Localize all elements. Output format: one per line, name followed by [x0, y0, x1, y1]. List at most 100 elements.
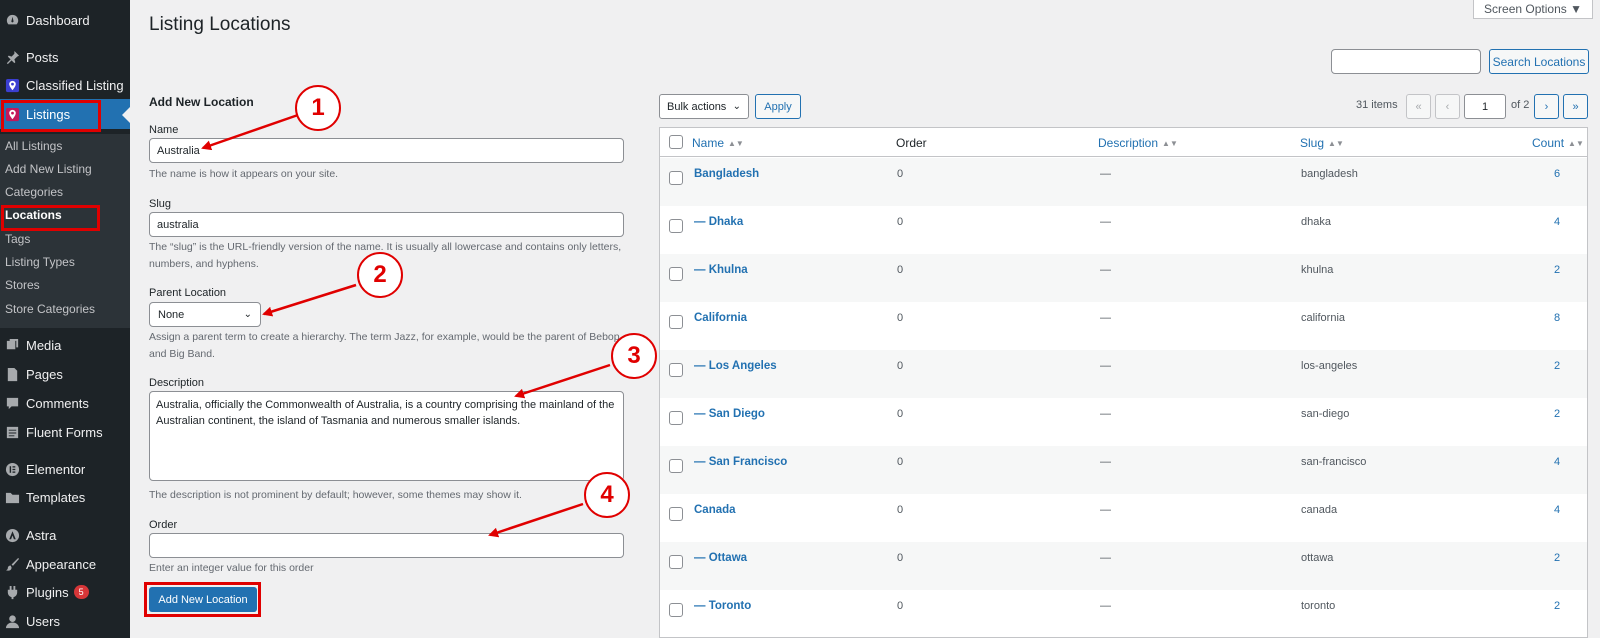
row-name-link[interactable]: — Toronto	[694, 600, 751, 612]
row-count-link[interactable]: 2	[1554, 408, 1560, 420]
row-name-link[interactable]: California	[694, 312, 747, 324]
current-page-input[interactable]: 1	[1464, 94, 1506, 119]
table-row: Canada 0 — canada 4	[660, 494, 1587, 542]
row-checkbox[interactable]	[669, 459, 683, 473]
row-count-link[interactable]: 2	[1554, 552, 1560, 564]
menu-item-plugins[interactable]: Plugins 5	[0, 577, 130, 607]
first-page-button[interactable]: «	[1406, 94, 1431, 119]
row-slug: bangladesh	[1301, 168, 1358, 180]
column-name[interactable]: Name ▲▼	[692, 136, 744, 150]
row-name-link[interactable]: — Ottawa	[694, 552, 747, 564]
row-checkbox[interactable]	[669, 267, 683, 281]
bulk-actions-select[interactable]: Bulk actions ⌄	[659, 94, 749, 119]
add-new-location-button[interactable]: Add New Location	[149, 587, 257, 612]
row-count-link[interactable]: 2	[1554, 360, 1560, 372]
slug-input[interactable]: australia	[149, 212, 624, 237]
row-count-link[interactable]: 2	[1554, 264, 1560, 276]
submenu-listing-types[interactable]: Listing Types	[5, 255, 75, 269]
menu-item-posts[interactable]: Posts	[0, 42, 130, 72]
order-label: Order	[149, 519, 178, 531]
row-order: 0	[897, 360, 904, 372]
row-order: 0	[897, 456, 904, 468]
order-input[interactable]	[149, 533, 624, 558]
submenu-tags[interactable]: Tags	[5, 232, 30, 246]
row-slug: canada	[1301, 504, 1338, 516]
column-description[interactable]: Description ▲▼	[1098, 136, 1178, 150]
row-checkbox[interactable]	[669, 171, 683, 185]
row-checkbox[interactable]	[669, 507, 683, 521]
search-locations-button[interactable]: Search Locations	[1489, 49, 1589, 74]
location-pin-icon	[4, 106, 20, 122]
row-count-link[interactable]: 6	[1554, 168, 1560, 180]
row-count-link[interactable]: 4	[1554, 216, 1560, 228]
menu-item-users[interactable]: Users	[0, 606, 130, 636]
row-count-link[interactable]: 4	[1554, 456, 1560, 468]
menu-item-fluent-forms[interactable]: Fluent Forms	[0, 417, 130, 447]
row-name-link[interactable]: — Dhaka	[694, 216, 743, 228]
menu-item-astra[interactable]: Astra	[0, 520, 130, 550]
row-checkbox[interactable]	[669, 363, 683, 377]
last-page-button[interactable]: »	[1563, 94, 1588, 119]
page-title: Listing Locations	[149, 14, 291, 35]
row-name-link[interactable]: Bangladesh	[694, 168, 759, 180]
menu-label: Templates	[26, 489, 86, 505]
menu-item-templates[interactable]: Templates	[0, 482, 130, 512]
row-name-link[interactable]: — Khulna	[694, 264, 748, 276]
row-description: —	[1100, 600, 1111, 612]
row-description: —	[1100, 168, 1111, 180]
row-slug: ottawa	[1301, 552, 1334, 564]
column-count[interactable]: Count ▲▼	[1532, 136, 1584, 150]
menu-item-pages[interactable]: Pages	[0, 359, 130, 389]
menu-item-dashboard[interactable]: Dashboard	[0, 5, 130, 35]
row-name-link[interactable]: Canada	[694, 504, 736, 516]
slug-label: Slug	[149, 198, 172, 210]
row-description: —	[1100, 552, 1111, 564]
menu-label: Astra	[26, 527, 57, 543]
name-input[interactable]: Australia	[149, 138, 624, 163]
menu-item-listings[interactable]: Listings	[0, 99, 130, 129]
parent-location-select[interactable]: None ⌄	[149, 302, 261, 327]
brush-icon	[4, 556, 20, 572]
row-count-link[interactable]: 2	[1554, 600, 1560, 612]
submenu-locations[interactable]: Locations	[5, 208, 62, 222]
row-description: —	[1100, 264, 1111, 276]
row-name-link[interactable]: — Los Angeles	[694, 360, 777, 372]
menu-item-elementor[interactable]: Elementor	[0, 454, 130, 484]
parent-location-label: Parent Location	[149, 287, 227, 299]
row-order: 0	[897, 312, 904, 324]
arrow-2	[262, 283, 357, 317]
submenu-all-listings[interactable]: All Listings	[5, 139, 62, 153]
apply-button[interactable]: Apply	[755, 94, 801, 119]
bulk-actions-value: Bulk actions	[667, 100, 727, 113]
row-checkbox[interactable]	[669, 603, 683, 617]
table-row: — Los Angeles 0 — los-angeles 2	[660, 350, 1587, 398]
screen-options-button[interactable]: Screen Options ▼	[1473, 0, 1593, 19]
submenu-add-new-listing[interactable]: Add New Listing	[5, 162, 92, 176]
menu-item-appearance[interactable]: Appearance	[0, 549, 130, 579]
next-page-button[interactable]: ›	[1534, 94, 1559, 119]
column-slug[interactable]: Slug ▲▼	[1300, 136, 1344, 150]
search-input[interactable]	[1331, 49, 1481, 74]
row-count-link[interactable]: 4	[1554, 504, 1560, 516]
menu-item-media[interactable]: Media	[0, 330, 130, 360]
menu-item-classified-listing[interactable]: Classified Listing	[0, 70, 130, 100]
submenu-categories[interactable]: Categories	[5, 185, 63, 199]
row-checkbox[interactable]	[669, 219, 683, 233]
description-textarea[interactable]: Australia, officially the Commonwealth o…	[149, 391, 624, 481]
row-name-link[interactable]: — San Diego	[694, 408, 765, 420]
row-description: —	[1100, 360, 1111, 372]
prev-page-button[interactable]: ‹	[1435, 94, 1460, 119]
row-count-link[interactable]: 8	[1554, 312, 1560, 324]
sort-icon: ▲▼	[728, 139, 744, 149]
menu-label: Posts	[26, 49, 59, 65]
submenu-store-categories[interactable]: Store Categories	[5, 302, 95, 316]
menu-item-comments[interactable]: Comments	[0, 388, 130, 418]
row-name-link[interactable]: — San Francisco	[694, 456, 787, 468]
submenu-stores[interactable]: Stores	[5, 278, 40, 292]
row-checkbox[interactable]	[669, 555, 683, 569]
row-checkbox[interactable]	[669, 411, 683, 425]
row-slug: los-angeles	[1301, 360, 1358, 372]
row-checkbox[interactable]	[669, 315, 683, 329]
select-all-checkbox[interactable]	[669, 135, 683, 149]
chevron-down-icon: ⌄	[243, 309, 252, 320]
